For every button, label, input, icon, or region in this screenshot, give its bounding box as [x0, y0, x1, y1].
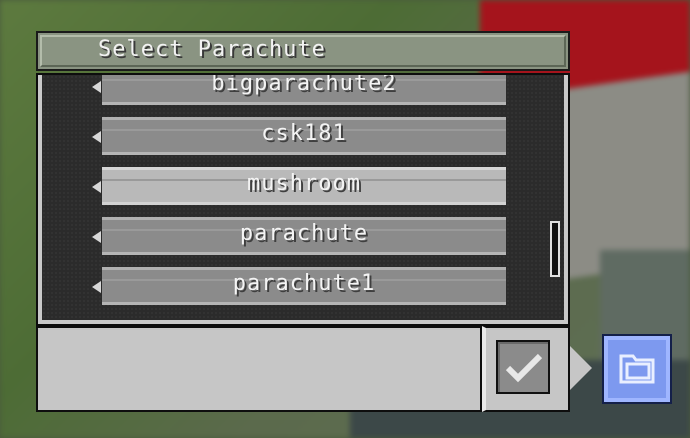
folder-icon: [619, 354, 655, 384]
arrow-left-icon: [92, 231, 101, 243]
parachute-list: bigparachute2 csk181 mushroom parachute …: [88, 73, 518, 309]
parachute-name-field[interactable]: [36, 326, 482, 412]
arrow-left-icon: [92, 131, 101, 143]
window-title-bar: Select Parachute: [36, 31, 570, 71]
list-item-label: csk181: [261, 121, 347, 146]
parachute-name-input[interactable]: [44, 334, 476, 406]
checkmark-icon: [505, 353, 543, 383]
list-item[interactable]: csk181: [88, 109, 518, 159]
list-item[interactable]: parachute: [88, 209, 518, 259]
arrow-left-icon: [92, 81, 101, 93]
window-title: Select Parachute: [98, 37, 326, 62]
list-item[interactable]: bigparachute2: [88, 73, 518, 109]
list-scrollbar[interactable]: [550, 221, 560, 277]
list-item-label: parachute1: [232, 271, 376, 296]
list-item[interactable]: parachute1: [88, 259, 518, 309]
parachute-list-panel[interactable]: bigparachute2 csk181 mushroom parachute …: [36, 73, 570, 326]
arrow-left-icon: [92, 281, 101, 293]
list-item-label: parachute: [239, 221, 369, 246]
list-item-label: mushroom: [247, 171, 361, 196]
arrow-left-icon: [92, 181, 101, 193]
list-item-label: bigparachute2: [211, 73, 397, 96]
list-item-selected[interactable]: mushroom: [88, 159, 518, 209]
arrow-right-icon: [570, 346, 592, 390]
open-folder-button[interactable]: [602, 334, 672, 404]
confirm-button[interactable]: [496, 340, 550, 394]
